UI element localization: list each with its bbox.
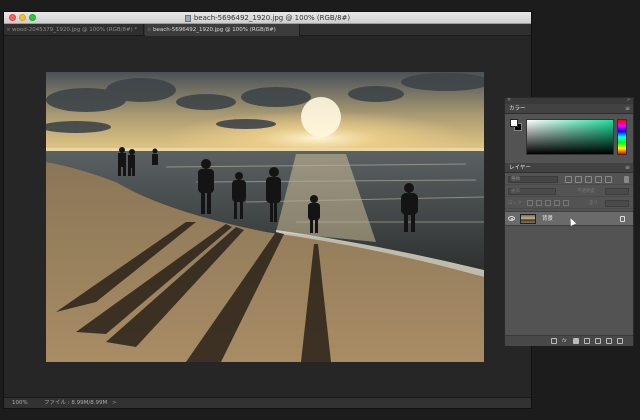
- blend-mode-select[interactable]: 通常: [508, 188, 556, 195]
- status-menu-arrow-icon[interactable]: >: [112, 398, 117, 408]
- lock-transparent-icon[interactable]: [527, 200, 533, 206]
- window-title: beach-5696492_1920.jpg @ 100% (RGB/8#): [193, 14, 351, 22]
- canvas-area[interactable]: [4, 37, 531, 397]
- double-chevron-icon[interactable]: »: [627, 97, 630, 103]
- layer-row[interactable]: 背景: [505, 211, 633, 226]
- footer-icon-group: fx: [551, 338, 623, 344]
- pixel-filter-icon[interactable]: [565, 176, 572, 183]
- lock-icon-group: [527, 200, 569, 206]
- status-bar: 100% ファイル : 8.99M/8.99M >: [4, 397, 531, 408]
- mouse-cursor-icon: [567, 217, 577, 226]
- beach-photo[interactable]: [46, 72, 484, 362]
- close-icon[interactable]: ×: [507, 97, 511, 103]
- color-panel-header[interactable]: カラー ≡: [505, 104, 633, 114]
- filter-toggle-icon[interactable]: [624, 176, 629, 183]
- type-filter-icon[interactable]: [585, 176, 592, 183]
- lock-pixels-icon[interactable]: [536, 200, 542, 206]
- tab-close-icon[interactable]: ×: [147, 24, 152, 36]
- layer-kind-filter[interactable]: 種類: [508, 176, 558, 183]
- lock-position-icon[interactable]: [545, 200, 551, 206]
- visibility-eye-icon[interactable]: [508, 216, 515, 221]
- panel-dock: × » カラー ≡ レイヤー ≡ 種類 通常 不透明度 ロック 塗り 背景 fx: [504, 97, 634, 346]
- panel-menu-icon[interactable]: ≡: [625, 104, 630, 114]
- smart-object-filter-icon[interactable]: [605, 176, 612, 183]
- layer-lock-icon[interactable]: [620, 216, 625, 222]
- layers-panel-header[interactable]: レイヤー ≡: [505, 163, 633, 173]
- tab-label: wood-2045379_1920.jpg @ 100% (RGB/8#) *: [12, 27, 138, 33]
- layers-footer: fx: [505, 335, 633, 346]
- tab-close-icon[interactable]: ×: [6, 24, 11, 36]
- adjustment-layer-icon[interactable]: [584, 338, 590, 344]
- lock-artboard-icon[interactable]: [554, 200, 560, 206]
- trash-icon[interactable]: [617, 338, 623, 344]
- opacity-field[interactable]: [605, 188, 629, 195]
- layer-thumbnail[interactable]: [520, 214, 536, 224]
- new-layer-icon[interactable]: [606, 338, 612, 344]
- document-icon: [184, 14, 191, 22]
- hue-slider[interactable]: [617, 119, 627, 155]
- file-size-info: ファイル : 8.99M/8.99M: [44, 400, 108, 406]
- layers-panel: 種類 通常 不透明度 ロック 塗り 背景 fx: [505, 174, 633, 346]
- tab-beach-document[interactable]: × beach-5696492_1920.jpg @ 100% (RGB/8#): [145, 24, 300, 36]
- shape-filter-icon[interactable]: [595, 176, 602, 183]
- fx-icon[interactable]: fx: [562, 338, 568, 344]
- lock-all-icon[interactable]: [563, 200, 569, 206]
- adjustment-filter-icon[interactable]: [575, 176, 582, 183]
- color-picker-field[interactable]: [526, 119, 614, 155]
- new-group-icon[interactable]: [595, 338, 601, 344]
- title-bar[interactable]: beach-5696492_1920.jpg @ 100% (RGB/8#): [4, 12, 531, 24]
- document-window: beach-5696492_1920.jpg @ 100% (RGB/8#) ×…: [3, 11, 532, 409]
- panel-menu-icon[interactable]: ≡: [625, 163, 630, 173]
- lock-row: ロック 塗り: [505, 198, 633, 209]
- beach-photo-image: [46, 72, 484, 362]
- layer-mask-icon[interactable]: [573, 338, 579, 344]
- fill-label: 塗り: [589, 201, 598, 206]
- tab-wood-document[interactable]: × wood-2045379_1920.jpg @ 100% (RGB/8#) …: [4, 24, 144, 36]
- layers-panel-title[interactable]: レイヤー: [509, 163, 531, 173]
- tab-label: beach-5696492_1920.jpg @ 100% (RGB/8#): [153, 27, 276, 33]
- document-tab-bar: × wood-2045379_1920.jpg @ 100% (RGB/8#) …: [4, 24, 531, 36]
- color-panel: [505, 115, 633, 159]
- link-layers-icon[interactable]: [551, 338, 557, 344]
- zoom-level[interactable]: 100%: [12, 398, 28, 408]
- layer-filter-row: 種類: [505, 174, 633, 185]
- blend-row: 通常 不透明度: [505, 186, 633, 197]
- lock-label: ロック: [508, 201, 522, 206]
- color-panel-title[interactable]: カラー: [509, 104, 526, 114]
- filter-icon-group: [565, 176, 612, 183]
- window-title-wrap: beach-5696492_1920.jpg @ 100% (RGB/8#): [4, 13, 531, 23]
- foreground-color-swatch[interactable]: [510, 119, 518, 127]
- opacity-label: 不透明度: [577, 189, 595, 194]
- fill-field[interactable]: [605, 200, 629, 207]
- layer-name[interactable]: 背景: [542, 212, 553, 226]
